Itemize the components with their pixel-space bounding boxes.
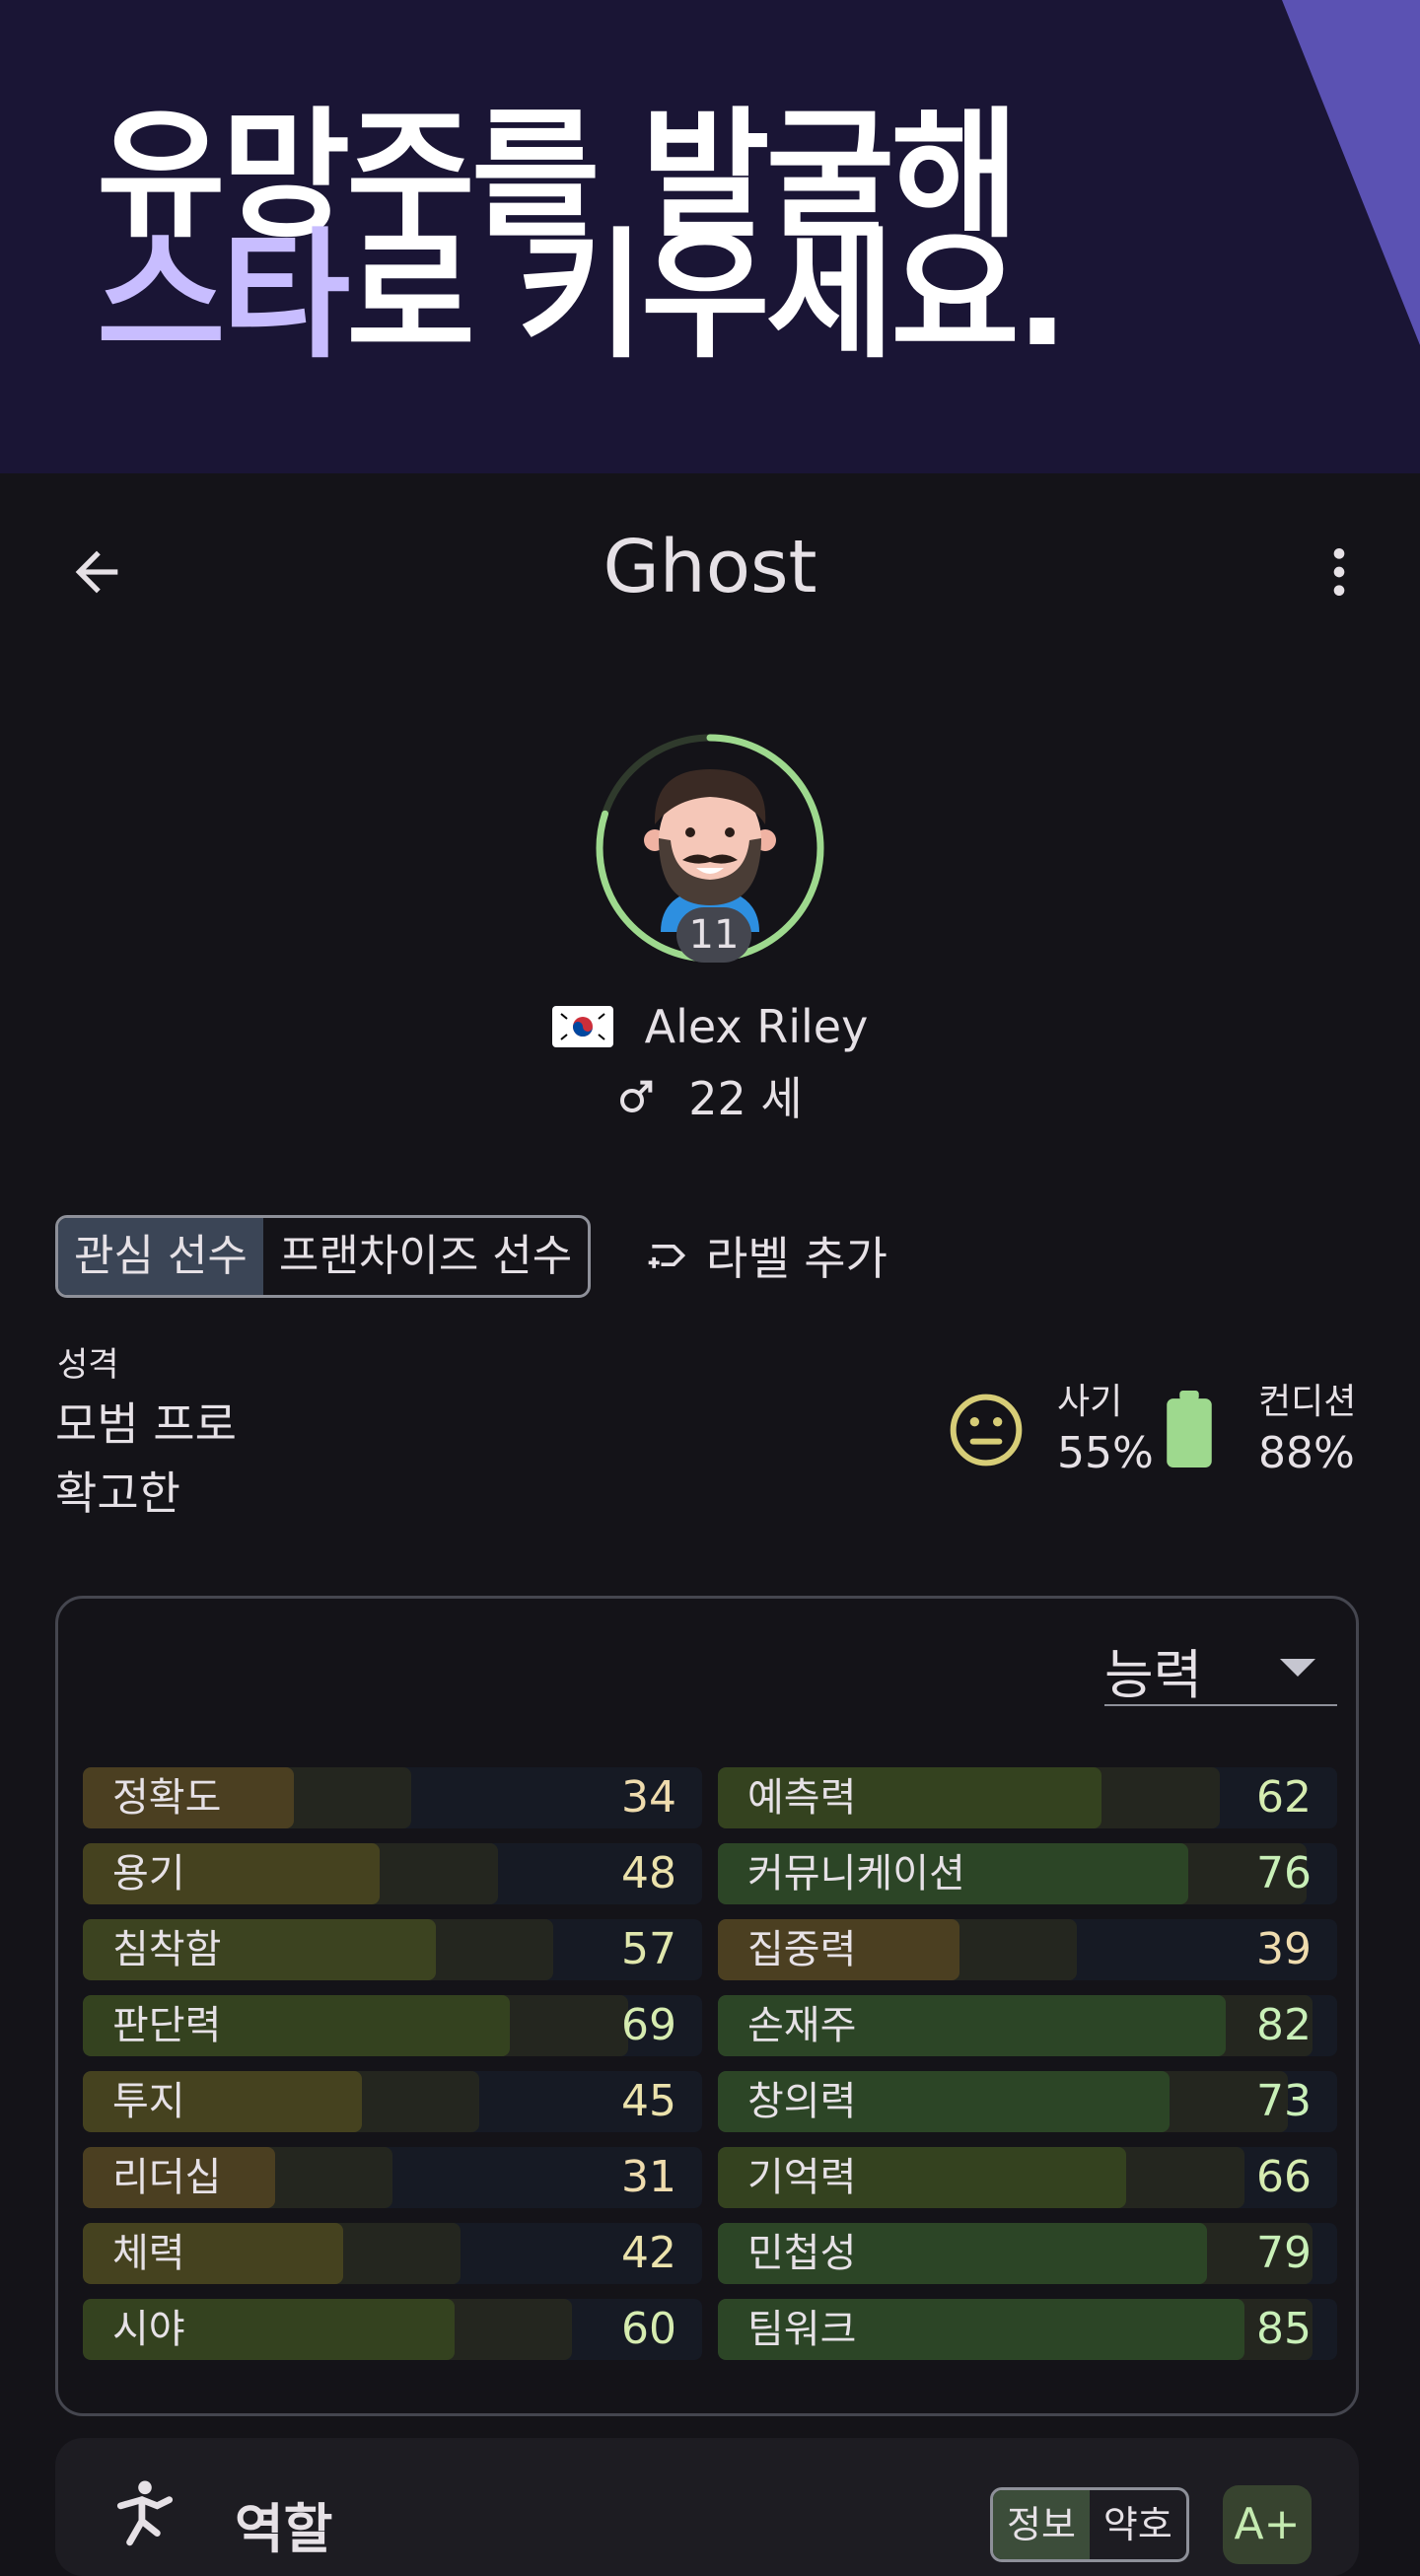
ability-value: 57 (621, 1924, 676, 1974)
ability-name: 손재주 (747, 2003, 857, 2048)
ability-value: 34 (621, 1772, 676, 1823)
ability-row: 기억력 66 (718, 2147, 1337, 2208)
ability-row: 팀워크 85 (718, 2299, 1337, 2360)
ability-name: 집중력 (747, 1927, 857, 1972)
ability-name: 시야 (112, 2307, 185, 2352)
promo-headline: 유망주를 발굴해 스타로 키우세요. (97, 107, 1069, 367)
ability-name: 리더십 (112, 2155, 222, 2200)
headline-accent: 스타 (97, 215, 350, 378)
ability-value: 66 (1256, 2152, 1312, 2202)
promo-banner: 유망주를 발굴해 스타로 키우세요. (0, 0, 1420, 473)
player-age: 22 세 (688, 1072, 803, 1125)
ability-row: 집중력 39 (718, 1919, 1337, 1980)
ability-row: 침착함 57 (83, 1919, 702, 1980)
headline-line-2: 스타로 키우세요. (97, 227, 1069, 367)
ability-value: 45 (621, 2076, 676, 2126)
ability-name: 예측력 (747, 1775, 857, 1821)
ability-row: 투지 45 (83, 2071, 702, 2132)
ability-name: 민첩성 (747, 2231, 857, 2276)
condition-caption: 컨디션 (1258, 1382, 1357, 1422)
ability-name: 기억력 (747, 2155, 857, 2200)
ability-value: 48 (621, 1848, 676, 1898)
more-vertical-icon (1333, 548, 1345, 596)
ability-value: 85 (1256, 2304, 1312, 2354)
personality-caption: 성격 (57, 1345, 119, 1385)
arrow-left-icon (75, 550, 118, 594)
morale-value: 55% (1057, 1428, 1154, 1478)
ability-name: 창의력 (747, 2079, 857, 2124)
south-korea-flag-icon (551, 1006, 613, 1047)
segment-info[interactable]: 정보 (993, 2490, 1090, 2559)
grade-badge: A+ (1223, 2485, 1312, 2564)
label-add-icon (648, 1245, 686, 1268)
ability-name: 체력 (112, 2231, 185, 2276)
ability-row: 체력 42 (83, 2223, 702, 2284)
ability-row: 커뮤니케이션 76 (718, 1843, 1337, 1904)
personality-trait-1: 모범 프로 (55, 1397, 237, 1451)
ability-name: 정확도 (112, 1775, 222, 1821)
chip-franchise-player[interactable]: 프랜차이즈 선수 (263, 1218, 588, 1295)
ability-name: 판단력 (112, 2003, 222, 2048)
ability-value: 62 (1256, 1772, 1312, 1823)
player-name-row: Alex Riley (0, 996, 1420, 1057)
ability-category-dropdown[interactable]: 능력 (1104, 1627, 1337, 1706)
ability-value: 76 (1256, 1848, 1312, 1898)
ability-row: 리더십 31 (83, 2147, 702, 2208)
ability-value: 69 (621, 2000, 676, 2050)
ability-row: 손재주 82 (718, 1995, 1337, 2056)
headline-rest: 로 키우세요. (346, 215, 1069, 378)
male-icon (620, 1080, 653, 1112)
ability-name: 용기 (112, 1851, 185, 1896)
back-button[interactable] (55, 531, 138, 613)
top-app-bar: Ghost (0, 473, 1420, 671)
ability-row: 예측력 62 (718, 1767, 1337, 1828)
role-view-toggle: 정보 약호 (990, 2487, 1189, 2562)
ability-value: 82 (1256, 2000, 1312, 2050)
ability-row: 창의력 73 (718, 2071, 1337, 2132)
chip-watchlist[interactable]: 관심 선수 (58, 1218, 263, 1295)
ability-value: 42 (621, 2228, 676, 2278)
segment-abbrev[interactable]: 약호 (1090, 2490, 1186, 2559)
add-label-button[interactable]: 라벨 추가 (645, 1221, 888, 1290)
more-options-button[interactable] (1298, 531, 1381, 613)
ability-value: 73 (1256, 2076, 1312, 2126)
banner-decoration (1282, 0, 1420, 394)
neutral-face-icon (950, 1394, 1023, 1467)
ability-row: 시야 60 (83, 2299, 702, 2360)
ability-value: 79 (1256, 2228, 1312, 2278)
personality-trait-2: 확고한 (55, 1467, 180, 1520)
ability-name: 커뮤니케이션 (747, 1851, 965, 1896)
ability-row: 용기 48 (83, 1843, 702, 1904)
ability-value: 31 (621, 2152, 676, 2202)
ability-name: 팀워크 (747, 2307, 857, 2352)
ability-row: 정확도 34 (83, 1767, 702, 1828)
ability-value: 39 (1256, 1924, 1312, 1974)
ability-name: 침착함 (112, 1927, 222, 1972)
player-age-row: 22 세 (0, 1065, 1420, 1126)
morale-caption: 사기 (1057, 1382, 1123, 1422)
squad-number-badge: 11 (676, 907, 751, 963)
player-name: Alex Riley (644, 1000, 869, 1053)
add-label-text: 라벨 추가 (706, 1232, 888, 1285)
battery-icon (1167, 1391, 1212, 1467)
ability-value: 60 (621, 2304, 676, 2354)
dropdown-arrow-icon (1280, 1659, 1315, 1677)
page-title: Ghost (603, 525, 817, 609)
ability-row: 판단력 69 (83, 1995, 702, 2056)
condition-value: 88% (1258, 1428, 1355, 1478)
label-chip-group: 관심 선수 프랜차이즈 선수 (55, 1215, 592, 1298)
ability-row: 민첩성 79 (718, 2223, 1337, 2284)
dropdown-selected-value: 능력 (1104, 1644, 1203, 1706)
ability-name: 투지 (112, 2079, 185, 2124)
person-kicking-icon (116, 2480, 174, 2546)
